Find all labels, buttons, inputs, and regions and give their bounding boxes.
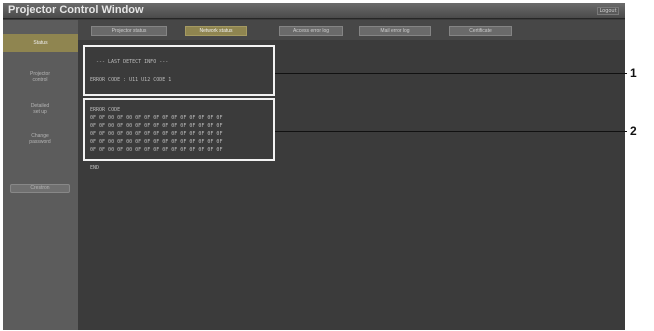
- tab-projector-status[interactable]: Projector status: [91, 26, 167, 36]
- sidebar-item-crestron[interactable]: Crestron: [10, 184, 70, 193]
- callout-box-2: [83, 98, 275, 161]
- error-code-footer: END: [90, 165, 100, 171]
- tab-certificate[interactable]: Certificate: [449, 26, 512, 36]
- leader-line-2: [275, 131, 627, 132]
- title-bar: Projector Control Window Logout: [3, 3, 625, 19]
- tab-network-status[interactable]: Network status: [185, 26, 247, 36]
- window-title: Projector Control Window: [8, 4, 144, 16]
- tab-mail-error-log[interactable]: Mail error log: [359, 26, 431, 36]
- sidebar: Status Projector control Detailed set up…: [3, 20, 78, 330]
- tab-access-error-log[interactable]: Access error log: [279, 26, 343, 36]
- leader-line-1: [275, 73, 627, 74]
- sidebar-item-projector-control[interactable]: Projector control: [7, 71, 73, 83]
- sidebar-item-detailed-set-up[interactable]: Detailed set up: [7, 103, 73, 115]
- logout-button[interactable]: Logout: [597, 7, 619, 15]
- callout-number-1: 1: [630, 66, 637, 80]
- callout-box-1: [83, 45, 275, 96]
- tab-bar: Projector status Network status Access e…: [78, 20, 625, 40]
- sidebar-item-change-password[interactable]: Change password: [7, 133, 73, 145]
- callout-number-2: 2: [630, 124, 637, 138]
- sidebar-item-status[interactable]: Status: [3, 34, 78, 52]
